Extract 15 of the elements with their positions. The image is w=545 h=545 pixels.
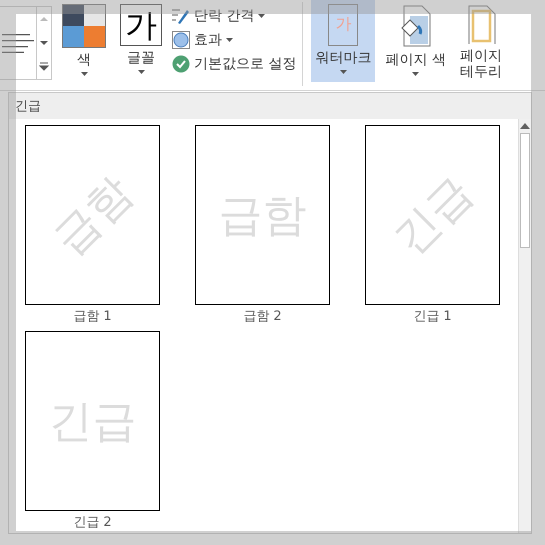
- colors-button[interactable]: 색: [58, 0, 110, 82]
- circle-icon: [172, 31, 190, 49]
- fonts-button[interactable]: 가 글꼴: [116, 0, 166, 82]
- effects-button[interactable]: 효과: [172, 30, 296, 50]
- option-label: 급함 1: [73, 308, 112, 325]
- check-icon: [172, 55, 190, 73]
- default-button[interactable]: 기본값으로 설정: [172, 54, 296, 74]
- scrollbar[interactable]: [518, 119, 531, 533]
- scroll-thumb[interactable]: [520, 133, 530, 248]
- option-label: 급함 2: [243, 308, 282, 325]
- pagecolor-button[interactable]: 페이지 색: [381, 0, 450, 82]
- option-label: 긴급 1: [413, 308, 452, 325]
- spacing-button[interactable]: 단락 간격: [172, 6, 296, 26]
- option-label: 긴급 2: [73, 514, 112, 531]
- border-button[interactable]: 페이지 테두리: [456, 0, 506, 82]
